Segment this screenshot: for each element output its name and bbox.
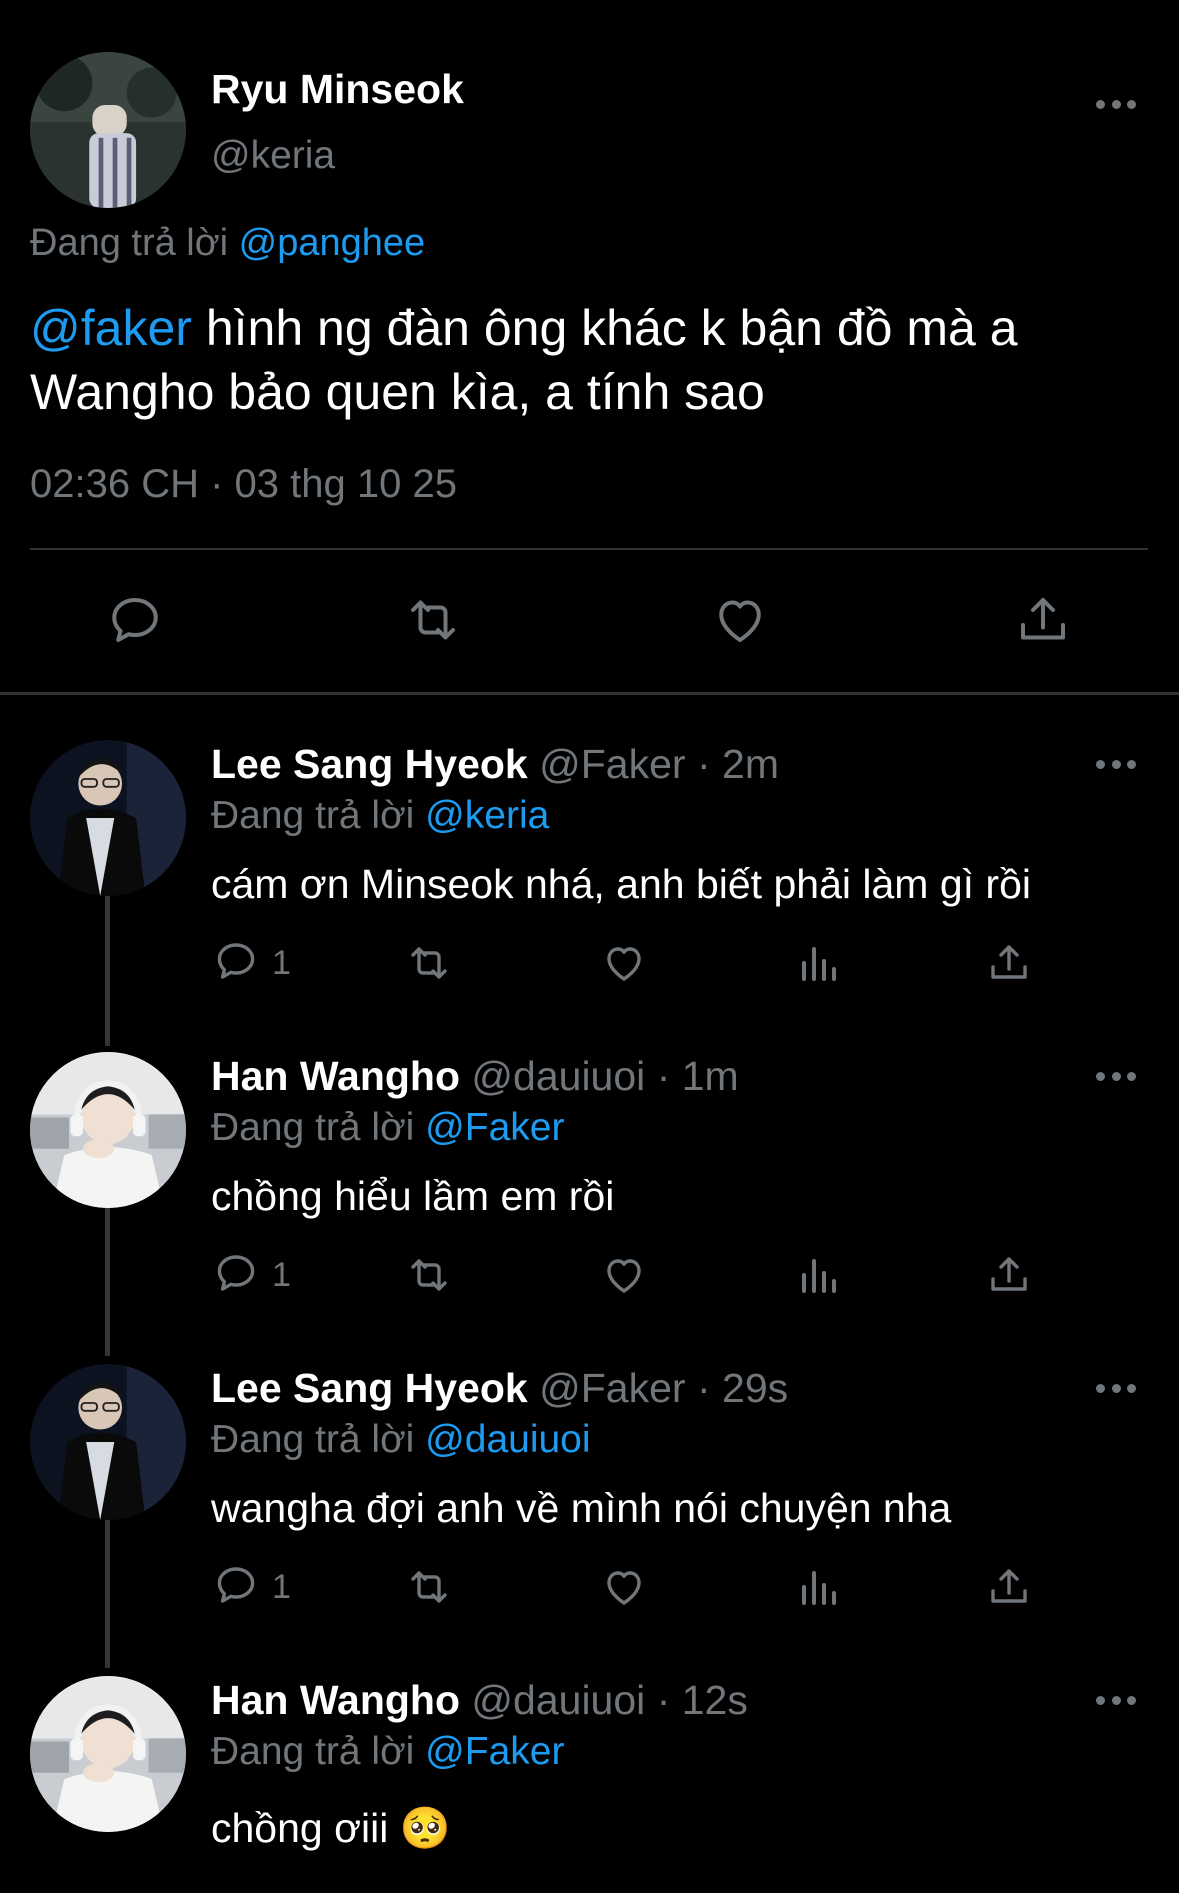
retweet-icon[interactable] — [403, 590, 463, 650]
like-icon[interactable] — [710, 590, 770, 650]
tweet-action-bar — [0, 590, 1179, 654]
reply-text: chồng ơiii 🥺 — [211, 1805, 451, 1851]
reply-tweet[interactable]: Lee Sang Hyeok @Faker · 29s Đang trả lời… — [0, 1362, 1179, 1672]
share-icon[interactable] — [985, 938, 1033, 988]
replying-to-line: Đang trả lời @Faker — [211, 1726, 564, 1778]
more-options-icon[interactable] — [1096, 1380, 1136, 1396]
more-options-icon[interactable] — [1096, 1068, 1136, 1084]
more-options-icon[interactable] — [1096, 96, 1136, 112]
avatar-wangho-image — [30, 1676, 186, 1832]
reply-action-bar: 1 — [0, 1250, 1179, 1304]
tweet-text: @faker hình ng đàn ông khác k bận đồ mà … — [30, 296, 1160, 424]
reply-time[interactable]: · 2m — [697, 741, 779, 787]
divider — [0, 692, 1179, 695]
reply-author-handle[interactable]: @Faker — [539, 741, 685, 787]
reply-author-handle[interactable]: @Faker — [539, 1365, 685, 1411]
tweet-mention[interactable]: @faker — [30, 300, 192, 356]
views-icon[interactable] — [794, 1562, 842, 1612]
replying-prefix: Đang trả lời — [30, 222, 239, 264]
avatar-wangho-image — [30, 1052, 186, 1208]
reply-author-handle[interactable]: @dauiuoi — [471, 1677, 645, 1723]
reply-count: 1 — [272, 1567, 291, 1606]
reply-action-bar: 1 — [0, 1562, 1179, 1616]
avatar-faker-image — [30, 1364, 186, 1520]
reply-author-name[interactable]: Lee Sang Hyeok — [211, 1365, 528, 1411]
replying-prefix: Đang trả lời — [211, 1730, 426, 1773]
reply-author-handle[interactable]: @dauiuoi — [471, 1053, 645, 1099]
replying-prefix: Đang trả lời — [211, 1106, 426, 1149]
avatar[interactable] — [30, 52, 186, 208]
share-icon[interactable] — [985, 1250, 1033, 1300]
like-icon[interactable] — [600, 1250, 648, 1300]
author-handle[interactable]: @keria — [211, 134, 335, 178]
reply-tweet[interactable]: Lee Sang Hyeok @Faker · 2m Đang trả lời … — [0, 738, 1179, 1048]
reply-icon[interactable] — [105, 590, 165, 650]
reply-count: 1 — [272, 943, 291, 982]
reply-author-name[interactable]: Han Wangho — [211, 1677, 460, 1723]
reply-author-name[interactable]: Lee Sang Hyeok — [211, 741, 528, 787]
reply-tweet[interactable]: Han Wangho @dauiuoi · 1m Đang trả lời @F… — [0, 1050, 1179, 1360]
reply-icon — [212, 1249, 260, 1302]
views-icon[interactable] — [794, 938, 842, 988]
avatar[interactable] — [30, 1364, 186, 1520]
share-icon[interactable] — [985, 1562, 1033, 1612]
author-name[interactable]: Ryu Minseok — [211, 66, 464, 113]
reply-icon — [212, 1561, 260, 1614]
reply-text: cám ơn Minseok nhá, anh biết phải làm gì… — [211, 861, 1031, 907]
replying-prefix: Đang trả lời — [211, 1418, 426, 1461]
replying-to-line: Đang trả lời @keria — [211, 790, 549, 842]
reply-icon — [212, 937, 260, 990]
replying-to-mention[interactable]: @Faker — [425, 1106, 564, 1149]
reply-button[interactable]: 1 — [212, 1562, 291, 1612]
reply-header: Han Wangho @dauiuoi · 1m — [211, 1050, 739, 1102]
more-options-icon[interactable] — [1096, 756, 1136, 772]
replying-to-line: Đang trả lời @dauiuoi — [211, 1414, 591, 1466]
replying-to-mention[interactable]: @keria — [425, 794, 549, 837]
replying-to-mention[interactable]: @Faker — [425, 1730, 564, 1773]
avatar-faker-image — [30, 740, 186, 896]
more-options-icon[interactable] — [1096, 1692, 1136, 1708]
avatar[interactable] — [30, 740, 186, 896]
reply-time[interactable]: · 1m — [657, 1053, 739, 1099]
retweet-icon[interactable] — [405, 1250, 453, 1300]
views-icon[interactable] — [794, 1250, 842, 1300]
retweet-icon[interactable] — [405, 938, 453, 988]
reply-time[interactable]: · 29s — [697, 1365, 788, 1411]
tweet-timestamp[interactable]: 02:36 CH · 03 thg 10 25 — [30, 462, 457, 507]
reply-header: Lee Sang Hyeok @Faker · 29s — [211, 1362, 788, 1414]
reply-button[interactable]: 1 — [212, 938, 291, 988]
avatar-keria-image — [30, 52, 186, 208]
replying-to-mention[interactable]: @dauiuoi — [425, 1418, 590, 1461]
reply-count: 1 — [272, 1255, 291, 1294]
tweet-thread-page: Ryu Minseok @keria Đang trả lời @panghee… — [0, 0, 1179, 1893]
like-icon[interactable] — [600, 1562, 648, 1612]
like-icon[interactable] — [600, 938, 648, 988]
reply-button[interactable]: 1 — [212, 1250, 291, 1300]
replying-to-mention[interactable]: @panghee — [239, 222, 426, 264]
divider — [30, 548, 1148, 550]
avatar[interactable] — [30, 1676, 186, 1832]
reply-time[interactable]: · 12s — [657, 1677, 748, 1723]
retweet-icon[interactable] — [405, 1562, 453, 1612]
reply-text: wangha đợi anh về mình nói chuyện nha — [211, 1485, 952, 1531]
replying-prefix: Đang trả lời — [211, 794, 426, 837]
replying-to-line: Đang trả lời @Faker — [211, 1102, 564, 1154]
reply-author-name[interactable]: Han Wangho — [211, 1053, 460, 1099]
share-icon[interactable] — [1013, 590, 1073, 650]
reply-header: Lee Sang Hyeok @Faker · 2m — [211, 738, 779, 790]
reply-header: Han Wangho @dauiuoi · 12s — [211, 1674, 748, 1726]
reply-tweet[interactable]: Han Wangho @dauiuoi · 12s Đang trả lời @… — [0, 1674, 1179, 1893]
reply-action-bar: 1 — [0, 938, 1179, 992]
avatar[interactable] — [30, 1052, 186, 1208]
reply-text: chồng hiểu lầm em rồi — [211, 1173, 615, 1219]
replying-to-line: Đang trả lời @panghee — [30, 222, 425, 265]
